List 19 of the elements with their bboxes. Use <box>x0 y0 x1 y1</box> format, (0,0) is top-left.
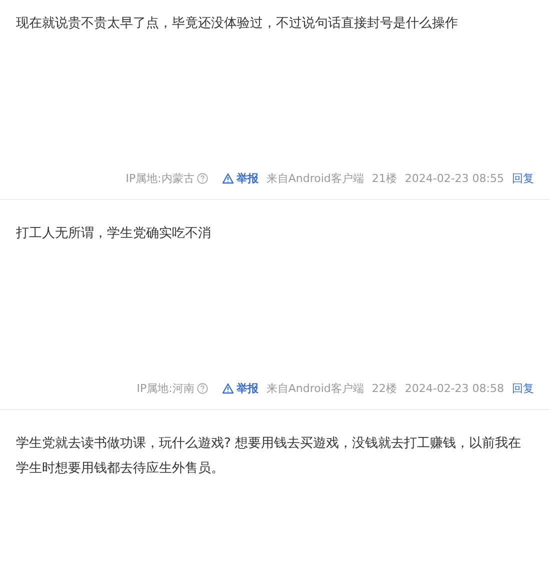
floor-number: 21楼 <box>372 170 397 186</box>
warning-icon <box>222 173 234 184</box>
help-icon <box>197 383 208 394</box>
post-time: 2024-02-23 08:58 <box>404 380 504 396</box>
reply-link[interactable]: 回复 <box>512 380 534 397</box>
post-time: 2024-02-23 08:55 <box>404 170 504 186</box>
post-text: 打工人无所谓，学生党确实吃不消 <box>16 225 212 243</box>
client-source: 来自Android客户端 <box>266 170 364 186</box>
warning-icon <box>222 383 234 394</box>
post-text: 学生党就去读书做功课，玩什么遊戏? 想要用钱去买遊戏，没钱就去打工赚钱，以前我在学生时想要用钱都去待应生外售员。 <box>16 435 522 478</box>
ip-location: IP属地:内蒙古 <box>126 170 194 186</box>
report-link[interactable]: 举报 <box>222 170 258 187</box>
report-link[interactable]: 举报 <box>222 380 258 397</box>
help-icon <box>197 173 208 184</box>
client-source: 来自Android客户端 <box>266 380 364 396</box>
floor-number: 22楼 <box>372 380 397 396</box>
ip-location: IP属地:河南 <box>136 380 194 396</box>
post-text: 现在就说贵不贵太早了点，毕竟还没体验过，不过说句话直接封号是什么操作 <box>16 15 459 33</box>
reply-link[interactable]: 回复 <box>512 170 534 187</box>
